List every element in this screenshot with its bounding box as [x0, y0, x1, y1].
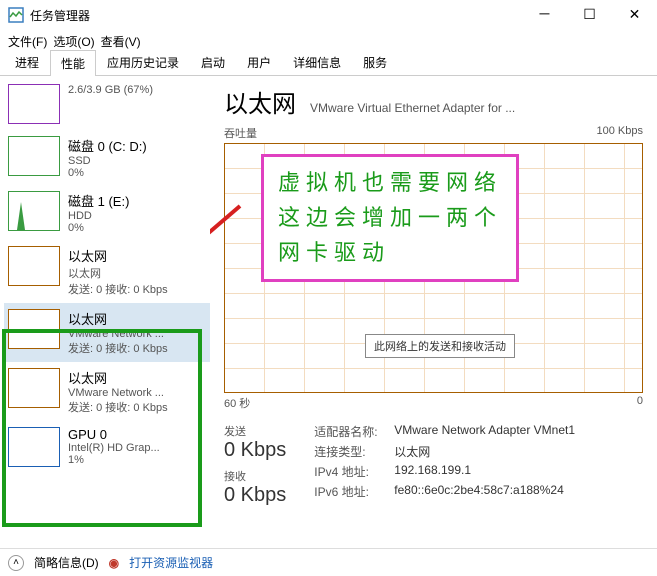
perf-item-sub2: 0% [68, 167, 206, 179]
sidebar-item[interactable]: 以太网以太网发送: 0 接收: 0 Kbps [4, 240, 210, 303]
menu-options[interactable]: 选项(O) [53, 33, 94, 50]
tab-services[interactable]: 服务 [352, 49, 398, 75]
perf-item-title: GPU 0 [68, 427, 206, 442]
close-button[interactable]: ✕ [612, 0, 657, 30]
titlebar: 任务管理器 ─ ☐ ✕ [0, 0, 657, 30]
collapse-icon[interactable]: ˄ [8, 555, 24, 571]
stat-recv-label: 接收 [224, 468, 286, 484]
conn-type-key: 连接类型: [314, 443, 394, 460]
perf-item-title: 磁盘 1 (E:) [68, 191, 206, 210]
perf-item-title: 以太网 [68, 368, 206, 387]
stat-recv-value: 0 Kbps [224, 484, 286, 507]
resmon-icon: ◉ [109, 556, 119, 570]
annotation-line: 虚拟机也需要网络 [278, 165, 502, 200]
open-resmon-link[interactable]: 打开资源监视器 [129, 554, 213, 571]
perf-item-title: 以太网 [68, 246, 206, 265]
adapter-name-key: 适配器名称: [314, 423, 394, 440]
content: 2.6/3.9 GB (67%)磁盘 0 (C: D:)SSD0%磁盘 1 (E… [0, 76, 657, 548]
maximize-button[interactable]: ☐ [567, 0, 612, 30]
sidebar-item[interactable]: 以太网VMware Network ...发送: 0 接收: 0 Kbps [4, 303, 210, 362]
annotation-line: 这边会增加一两个 [278, 200, 502, 235]
chart-xaxis-left: 60 秒 [224, 395, 250, 411]
performance-sidebar[interactable]: 2.6/3.9 GB (67%)磁盘 0 (C: D:)SSD0%磁盘 1 (E… [0, 76, 210, 548]
perf-item-sub: 2.6/3.9 GB (67%) [68, 84, 206, 96]
network-stats: 发送 0 Kbps 接收 0 Kbps 适配器名称:VMware Network… [224, 423, 643, 513]
perf-item-sub2: 发送: 0 接收: 0 Kbps [68, 399, 206, 415]
chart-tooltip: 此网络上的发送和接收活动 [365, 334, 515, 358]
ipv4-val: 192.168.199.1 [394, 463, 471, 480]
window-controls: ─ ☐ ✕ [522, 0, 657, 30]
perf-item-sub: VMware Network ... [68, 328, 206, 340]
perf-item-sub: Intel(R) HD Grap... [68, 442, 206, 454]
tab-details[interactable]: 详细信息 [282, 49, 352, 75]
perf-item-sub: VMware Network ... [68, 387, 206, 399]
page-title: 以太网 [224, 84, 296, 119]
perf-info: 2.6/3.9 GB (67%) [68, 84, 206, 124]
perf-item-sub: HDD [68, 210, 206, 222]
ipv6-key: IPv6 地址: [314, 483, 394, 500]
perf-thumbnail [8, 309, 60, 349]
footer: ˄ 简略信息(D) ◉ 打开资源监视器 [0, 548, 657, 576]
perf-thumbnail [8, 191, 60, 231]
perf-item-sub: 以太网 [68, 265, 206, 281]
adapter-name-val: VMware Network Adapter VMnet1 [394, 423, 575, 440]
perf-info: 以太网VMware Network ...发送: 0 接收: 0 Kbps [68, 309, 206, 356]
menu-view[interactable]: 查看(V) [101, 33, 141, 50]
perf-info: GPU 0Intel(R) HD Grap...1% [68, 427, 206, 467]
perf-item-title: 以太网 [68, 309, 206, 328]
annotation-line: 网卡驱动 [278, 235, 502, 270]
conn-type-val: 以太网 [394, 443, 430, 460]
perf-info: 磁盘 0 (C: D:)SSD0% [68, 136, 206, 179]
sidebar-item[interactable]: 磁盘 1 (E:)HDD0% [4, 185, 210, 240]
app-icon [8, 7, 24, 23]
sidebar-item[interactable]: 以太网VMware Network ...发送: 0 接收: 0 Kbps [4, 362, 210, 421]
adapter-subtitle: VMware Virtual Ethernet Adapter for ... [310, 101, 643, 115]
sidebar-item[interactable]: 磁盘 0 (C: D:)SSD0% [4, 130, 210, 185]
chart-xaxis-right: 0 [637, 395, 643, 411]
perf-item-sub2: 0% [68, 222, 206, 234]
perf-item-sub2: 1% [68, 454, 206, 466]
ipv6-val: fe80::6e0c:2be4:58c7:a188%24 [394, 483, 563, 500]
tab-startup[interactable]: 启动 [190, 49, 236, 75]
perf-item-sub: SSD [68, 155, 206, 167]
perf-thumbnail [8, 84, 60, 124]
perf-item-sub2: 发送: 0 接收: 0 Kbps [68, 340, 206, 356]
perf-thumbnail [8, 427, 60, 467]
performance-detail: 以太网 VMware Virtual Ethernet Adapter for … [210, 76, 657, 548]
perf-item-sub2: 发送: 0 接收: 0 Kbps [68, 281, 206, 297]
perf-thumbnail [8, 246, 60, 286]
window-title: 任务管理器 [30, 7, 90, 24]
sidebar-item[interactable]: GPU 0Intel(R) HD Grap...1% [4, 421, 210, 473]
perf-info: 以太网VMware Network ...发送: 0 接收: 0 Kbps [68, 368, 206, 415]
minimize-button[interactable]: ─ [522, 0, 567, 30]
tab-app-history[interactable]: 应用历史记录 [96, 49, 190, 75]
sidebar-item[interactable]: 2.6/3.9 GB (67%) [4, 78, 210, 130]
menu-file[interactable]: 文件(F) [8, 33, 47, 50]
perf-info: 以太网以太网发送: 0 接收: 0 Kbps [68, 246, 206, 297]
tab-performance[interactable]: 性能 [50, 50, 96, 76]
ipv4-key: IPv4 地址: [314, 463, 394, 480]
perf-item-title: 磁盘 0 (C: D:) [68, 136, 206, 155]
perf-info: 磁盘 1 (E:)HDD0% [68, 191, 206, 234]
perf-thumbnail [8, 136, 60, 176]
brief-info-link[interactable]: 简略信息(D) [34, 554, 99, 571]
chart-label-max: 100 Kbps [597, 125, 643, 141]
tab-users[interactable]: 用户 [236, 49, 282, 75]
tab-processes[interactable]: 进程 [4, 49, 50, 75]
perf-thumbnail [8, 368, 60, 408]
tabs: 进程 性能 应用历史记录 启动 用户 详细信息 服务 [0, 52, 657, 76]
throughput-chart: 虚拟机也需要网络 这边会增加一两个 网卡驱动 此网络上的发送和接收活动 [224, 143, 643, 393]
annotation-note-box: 虚拟机也需要网络 这边会增加一两个 网卡驱动 [261, 154, 519, 282]
stat-send-value: 0 Kbps [224, 439, 286, 462]
chart-label-throughput: 吞吐量 [224, 125, 257, 141]
stat-send-label: 发送 [224, 423, 286, 439]
